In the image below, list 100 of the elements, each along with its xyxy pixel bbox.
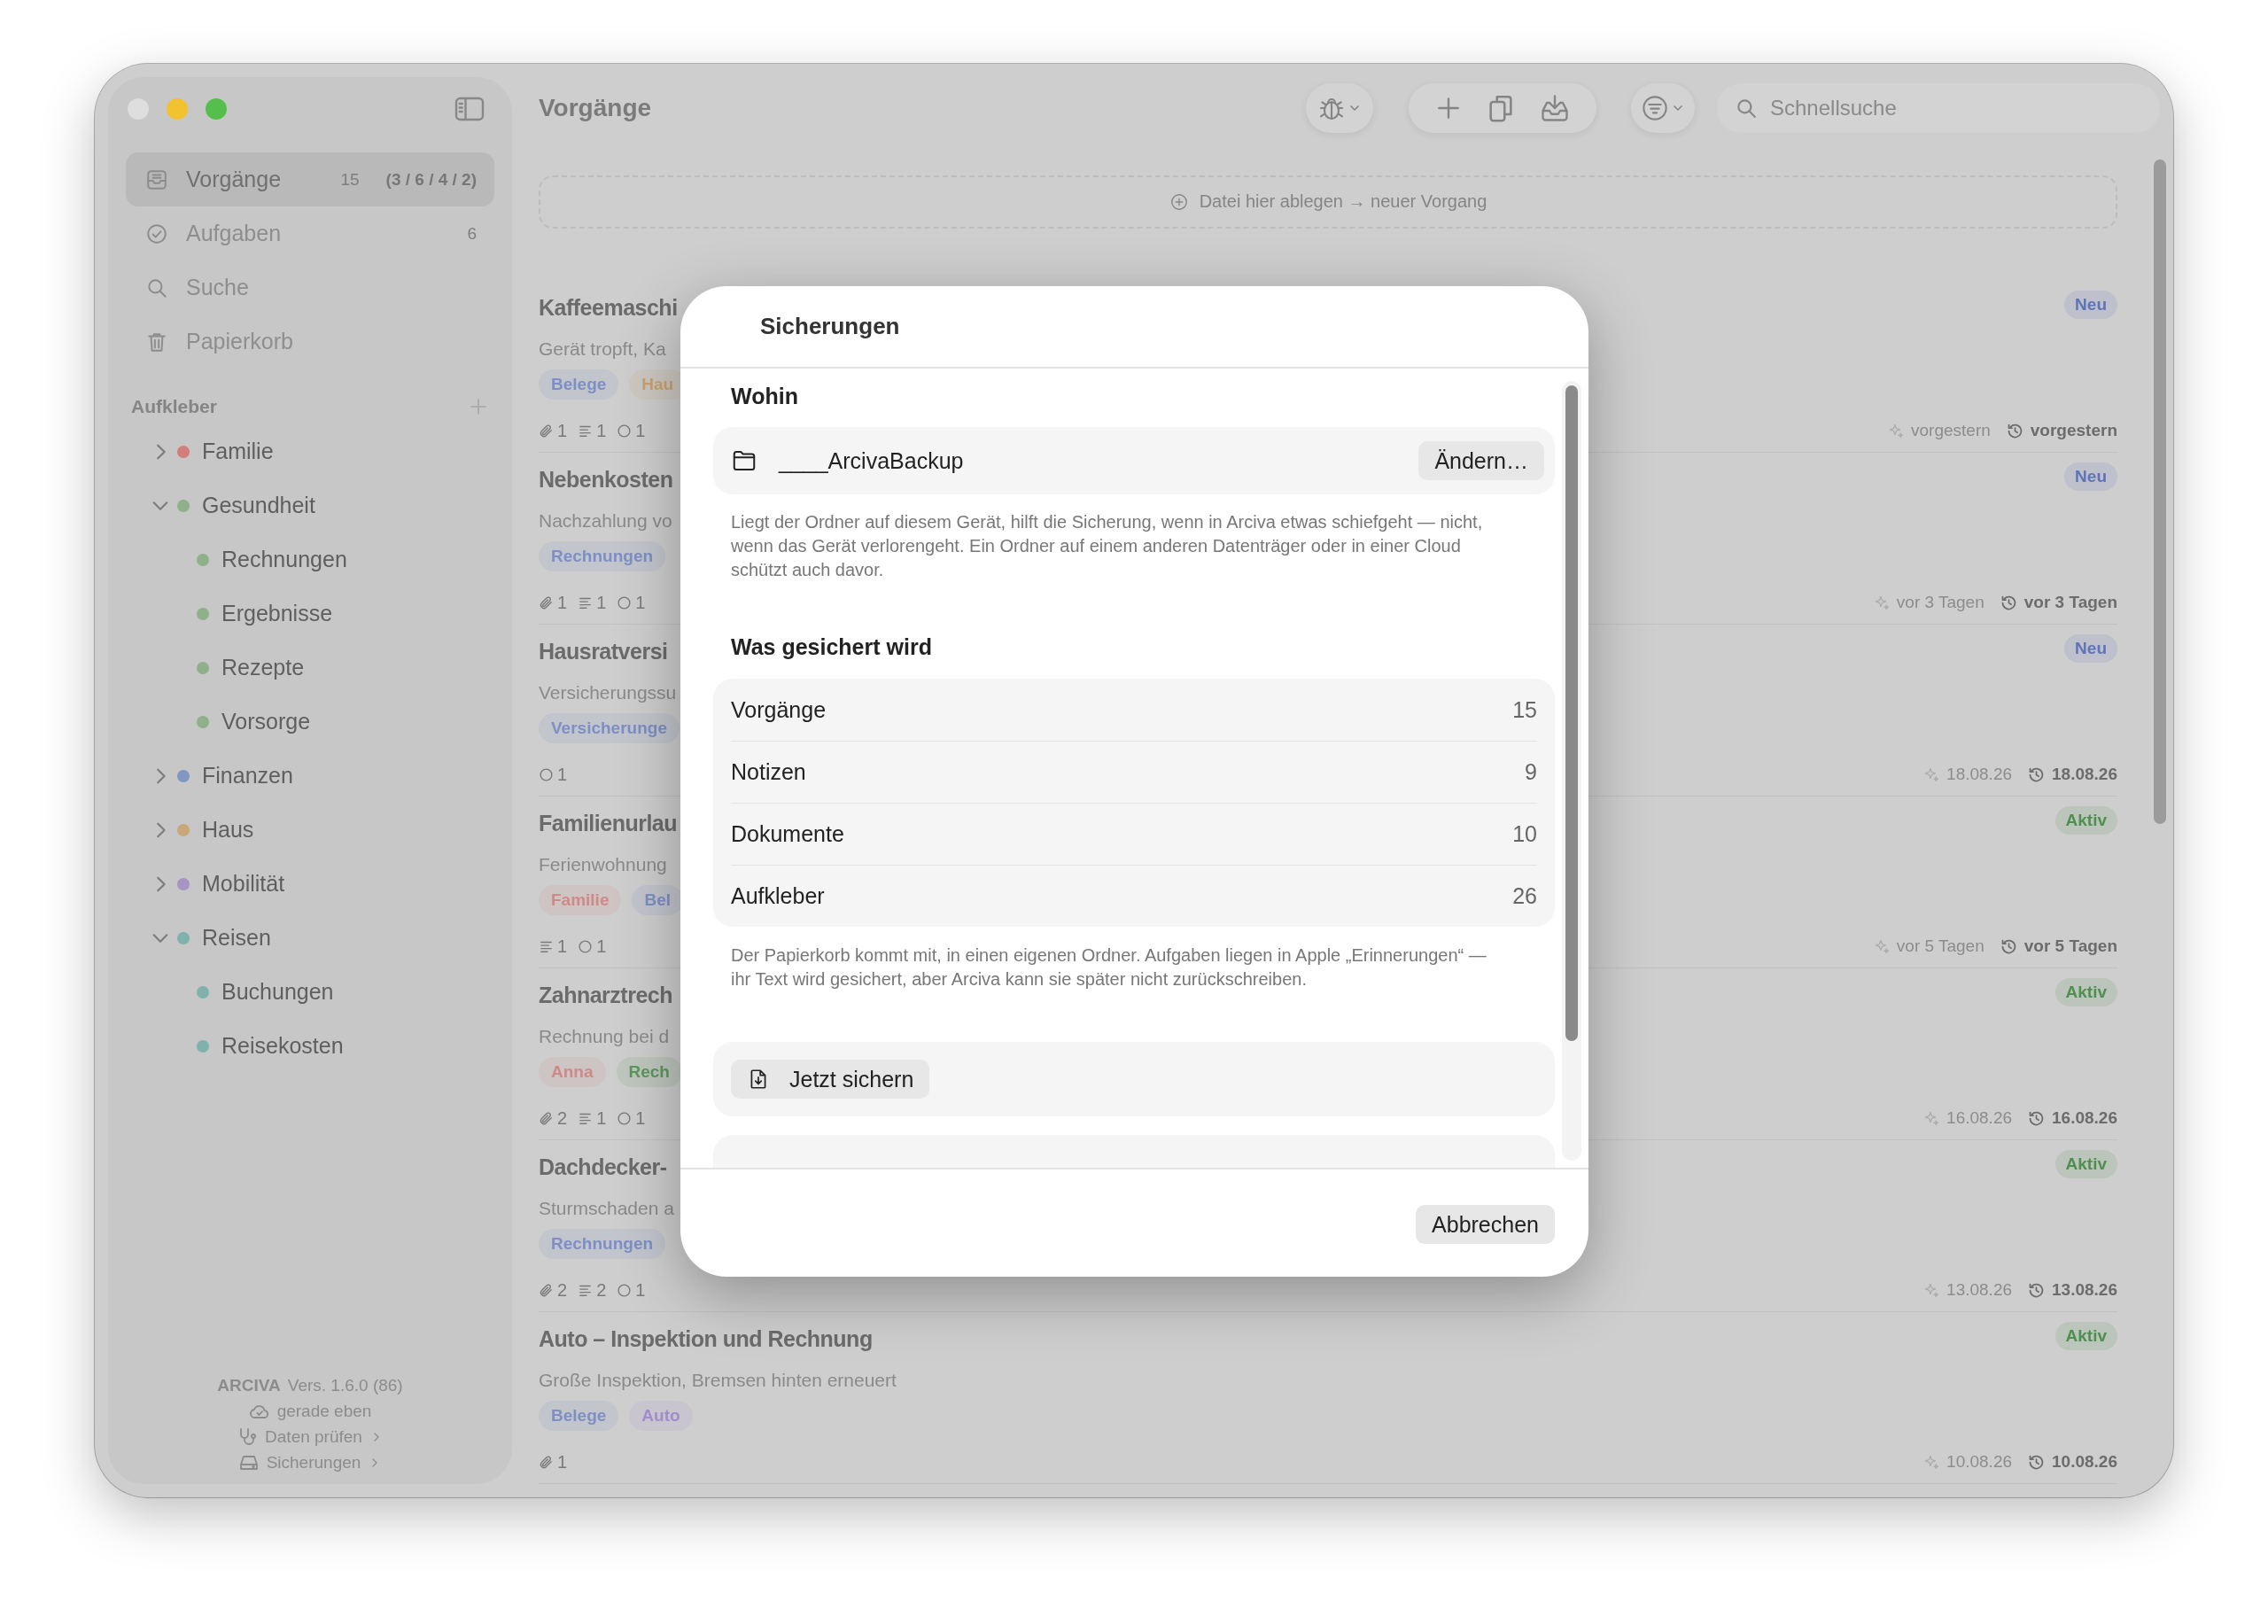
sidebar-item[interactable]: Familie [108,424,512,478]
paperclip-icon [539,1454,554,1470]
item-description: Nachzahlung vo [539,510,672,532]
folder-name: ____ArcivaBackup [779,447,964,474]
count-label: 1 [635,1107,646,1129]
sidebar-link[interactable]: Sicherungen [237,1451,383,1473]
sparkle-icon [1923,1281,1941,1299]
count-label: 1 [557,764,568,785]
sidebar-link[interactable]: Daten prüfen [237,1426,384,1448]
count-label: 6 [467,223,477,244]
drop-zone[interactable]: Datei hier ablegen → neuer Vorgang [539,175,2117,229]
sparkle-icon [1923,1109,1941,1127]
sidebar-item[interactable]: Buchungen [197,965,512,1019]
tag-chip[interactable]: Rech [616,1057,682,1087]
sidebar-item[interactable]: Papierkorb [126,315,494,369]
tag-chip[interactable]: Rechnungen [539,541,666,571]
status-badge: Neu [2064,634,2117,663]
item-title[interactable]: Nebenkosten [539,467,673,493]
tag-chip[interactable]: Belege [539,1401,619,1431]
sidebar-item[interactable]: Rezepte [197,641,512,695]
circle-icon [578,938,594,954]
change-button[interactable]: Ändern… [1418,441,1544,480]
created-date: 10.08.26 [1946,1452,2013,1472]
count-label: 1 [596,1107,607,1129]
created-date: vor 3 Tagen [1896,593,1984,612]
count-label: 1 [596,592,607,613]
item-title[interactable]: Hausratversi [539,639,668,664]
sidebar-item[interactable]: Vorsorge [197,695,512,749]
drop-hint: Datei hier ablegen → neuer Vorgang [1199,191,1487,213]
paperclip-icon [539,423,554,439]
item-title[interactable]: Familienurlau [539,811,678,836]
item-title[interactable]: Auto – Inspektion und Rechnung [539,1326,873,1352]
row-label: Aufkleber [731,883,825,909]
scrollbar[interactable] [1565,385,1578,1041]
modified-date: 13.08.26 [2052,1280,2117,1300]
item-title[interactable]: Zahnarztrech [539,983,672,1008]
circle-icon [617,1110,633,1126]
created-date: 13.08.26 [1946,1280,2013,1300]
row-count: 9 [1525,759,1537,785]
sidebar-item[interactable]: Gesundheit [108,478,512,532]
modified-date: vor 3 Tagen [2023,593,2117,612]
circle-icon [617,423,633,439]
tag-chip[interactable]: Belege [539,369,619,400]
count-label: 1 [596,936,607,957]
status-badge: Neu [2064,462,2117,491]
filter-menu-button[interactable] [1641,93,1685,122]
search-field[interactable]: Schnellsuche [1717,82,2160,133]
sparkle-icon [1923,1453,1941,1471]
count-label: 1 [557,1451,568,1472]
count-label: 1 [635,420,646,441]
count-label: 1 [635,592,646,613]
scrollbar[interactable] [2154,159,2166,824]
row-count: 10 [1512,821,1537,847]
status-badge: Aktiv [2054,1150,2117,1178]
sidebar-item[interactable]: Mobilität [108,857,512,911]
paperclip-icon [539,594,554,610]
count-label: 15 [340,169,360,190]
item-description: Gerät tropft, Ka [539,338,666,360]
hint-text: Liegt der Ordner auf diesem Gerät, hilft die Sicherung, wenn in Arciva etwas schiefgeht — nicht, wenn das Gerät verlorengeht. Ein Ordner auf einem anderen Datenträger oder in einer Cloud schützt auch davor. [730,511,1484,581]
section-heading: Wohin [730,382,799,410]
created-date: 16.08.26 [1946,1108,2013,1128]
created-date: vor 5 Tagen [1896,936,1984,956]
item-title[interactable]: Dachdecker- [539,1154,667,1180]
sidebar-item[interactable]: Ergebnisse [197,587,512,641]
modified-date: vor 5 Tagen [2023,936,2117,956]
check-circle-icon [145,221,168,245]
sidebar-item[interactable]: Aufgaben 6 [126,206,494,260]
sidebar-item[interactable]: Finanzen [108,749,512,803]
modified-date: 10.08.26 [2052,1452,2117,1472]
page-title: Vorgänge [539,93,652,122]
modified-date: vorgestern [2030,421,2117,440]
filter-icon [1641,93,1669,122]
backup-button[interactable]: Jetzt sichern [731,1060,930,1099]
sidebar-item[interactable]: Suche [126,260,494,315]
plus-circle-icon [1169,191,1189,212]
count-label: 2 [557,1107,568,1129]
status-badge: Aktiv [2054,1322,2117,1350]
sidebar-item[interactable]: Rechnungen [197,532,512,587]
row-label: Dokumente [731,821,844,847]
sidebar-item[interactable]: Reisekosten [197,1019,512,1073]
circle-icon [617,594,633,610]
circle-icon [539,766,554,782]
tag-chip[interactable]: Versicherunge [539,713,680,743]
sidebar-item[interactable]: Vorgänge 15 (3 / 6 / 4 / 2) [126,152,494,206]
tag-chip[interactable]: Auto [629,1401,693,1431]
item-title[interactable]: Kaffeemaschi [539,295,678,321]
zoom-button[interactable] [206,98,227,120]
row-label: Notizen [731,759,806,785]
section-heading: Was gesichert wird [730,633,933,661]
cancel-button[interactable]: Abbrechen [1416,1205,1555,1244]
tag-chip[interactable]: Rechnungen [539,1229,666,1259]
sparkle-icon [1873,937,1891,955]
row-count: 15 [1512,696,1537,723]
modified-date: 18.08.26 [2052,765,2117,784]
plus-icon[interactable] [468,396,489,417]
count-label: 1 [557,592,568,613]
hint-text: Der Papierkorb kommt mit, in einen eigenen Ordner. Aufgaben liegen in Apple „Erinnerungen“ — ihr Text wird gesichert, aber Arciva kann sie später nicht zurückschreiben. [730,944,1487,991]
sidebar-item[interactable]: Haus [108,803,512,857]
sidebar-item[interactable]: Reisen [108,911,512,965]
item-description: Große Inspektion, Bremsen hinten erneuert [539,1370,897,1391]
